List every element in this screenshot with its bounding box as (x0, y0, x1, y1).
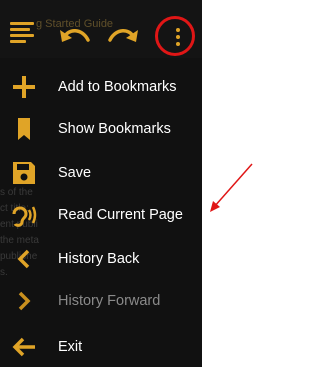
menu-icon[interactable] (10, 22, 34, 43)
undo-icon[interactable] (58, 24, 92, 46)
read-aloud-icon (12, 206, 37, 227)
menu-item-label: Save (58, 165, 92, 181)
menu-item-label: Exit (58, 339, 83, 355)
arrow-left-icon (12, 337, 35, 357)
redo-icon[interactable] (106, 24, 140, 46)
highlight-circle (155, 16, 195, 56)
menu-item-show-bookmarks[interactable]: Show Bookmarks (0, 108, 202, 152)
menu-item-history-forward[interactable]: History Forward (0, 280, 202, 324)
overflow-menu: Add to Bookmarks Show Bookmarks Save Rea… (0, 64, 202, 367)
menu-item-label: Read Current Page (58, 207, 183, 223)
menu-item-history-back[interactable]: History Back (0, 238, 202, 282)
menu-item-label: Show Bookmarks (58, 121, 171, 137)
bookmark-icon (18, 118, 30, 140)
plus-icon (13, 76, 35, 98)
chevron-right-icon (18, 291, 31, 311)
menu-item-read-page[interactable]: Read Current Page (0, 194, 202, 238)
menu-item-add-bookmark[interactable]: Add to Bookmarks (0, 66, 202, 110)
menu-item-label: History Back (58, 251, 140, 267)
chevron-left-icon (17, 249, 30, 269)
toolbar: g Started Guide (0, 0, 202, 58)
menu-item-label: History Forward (58, 293, 161, 309)
phone-screen: g Started Guide s of the ct title: ent p… (0, 0, 202, 367)
menu-item-label: Add to Bookmarks (58, 79, 177, 95)
annotation-arrow (210, 163, 253, 212)
save-icon (13, 162, 35, 184)
menu-item-save[interactable]: Save (0, 152, 202, 196)
menu-item-exit[interactable]: Exit (0, 326, 202, 370)
